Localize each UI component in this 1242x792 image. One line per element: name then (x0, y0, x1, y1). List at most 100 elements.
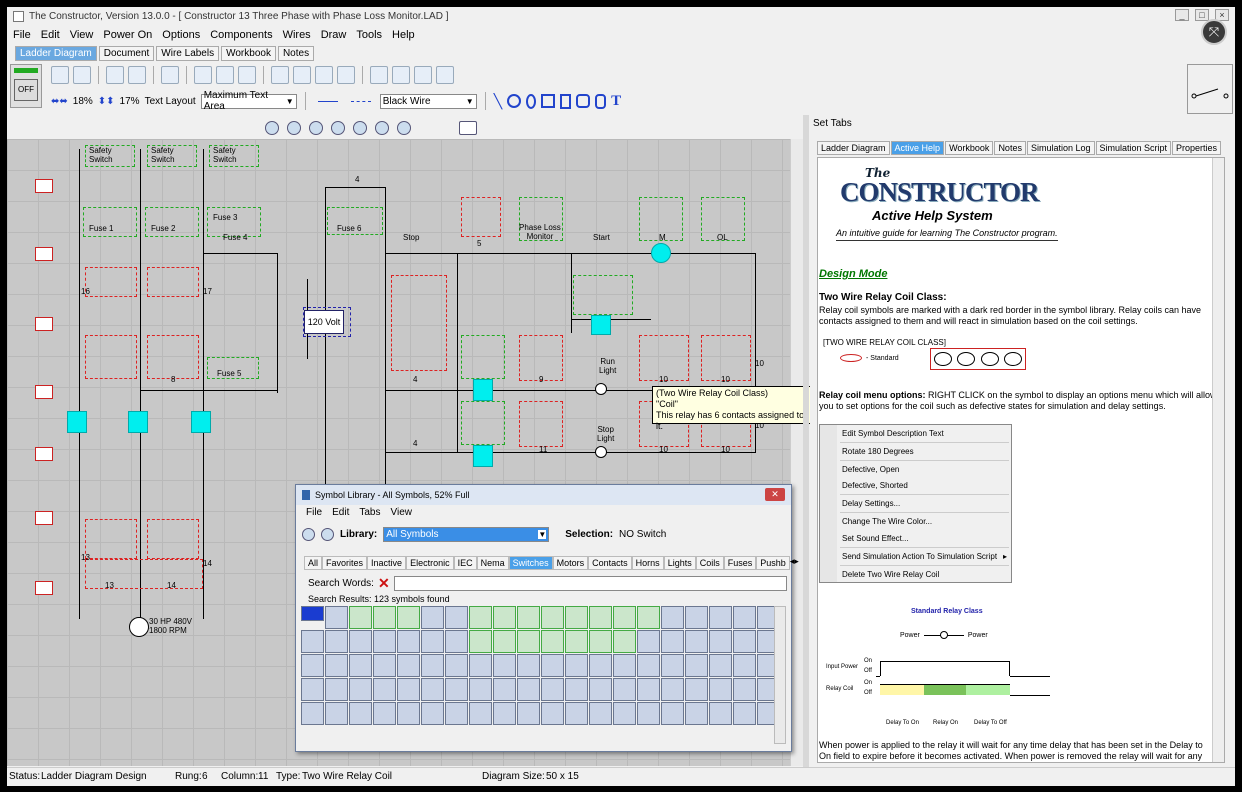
zoom-fit-icon[interactable] (353, 121, 367, 135)
symbol-tile[interactable] (493, 606, 516, 629)
symbol-tile[interactable] (589, 630, 612, 653)
edit-icon[interactable] (73, 66, 91, 84)
dashed-line-icon[interactable] (350, 100, 371, 102)
symbol-tile[interactable] (469, 654, 492, 677)
close-circle-icon[interactable]: ⤧ (1201, 19, 1227, 45)
symbol-tile[interactable] (661, 654, 684, 677)
sl-tab-contacts[interactable]: Contacts (588, 556, 632, 570)
zoom-in-icon[interactable] (265, 121, 279, 135)
symbol-tile[interactable] (541, 630, 564, 653)
tab-notes[interactable]: Notes (277, 46, 315, 61)
symbol-tile[interactable] (421, 678, 444, 701)
symbol-tile[interactable] (733, 702, 756, 725)
maximize-button[interactable]: □ (1195, 9, 1209, 21)
symbol-tile[interactable] (637, 606, 660, 629)
coil-contact-icon[interactable] (591, 315, 611, 335)
symbol-tile[interactable] (589, 606, 612, 629)
symbol-tile[interactable] (733, 654, 756, 677)
symbol-tile[interactable] (493, 702, 516, 725)
symbol-tile[interactable] (349, 702, 372, 725)
symbol-tile[interactable] (373, 630, 396, 653)
clear-search-icon[interactable]: ✕ (378, 575, 390, 592)
tab-ladder-diagram[interactable]: Ladder Diagram (15, 46, 97, 61)
solid-line-icon[interactable] (317, 100, 338, 102)
sl-tab-switches[interactable]: Switches (508, 556, 553, 570)
zoom-in-icon[interactable] (302, 528, 315, 541)
zoom-width-icon[interactable]: ⬌⬌ (51, 96, 68, 107)
symbol-tile[interactable] (565, 606, 588, 629)
menu-draw[interactable]: Draw (321, 29, 347, 41)
symbol-tile[interactable] (685, 702, 708, 725)
rp-tab-notes[interactable]: Notes (994, 141, 1026, 155)
menu-options[interactable]: Options (162, 29, 200, 41)
symbol-tile[interactable] (709, 654, 732, 677)
text-tool-icon[interactable]: T (611, 93, 621, 110)
sl-menu-file[interactable]: File (306, 507, 322, 518)
symbol-tile[interactable] (661, 678, 684, 701)
rp-tab-ladder-diagram[interactable]: Ladder Diagram (817, 141, 890, 155)
symbol-tile[interactable] (325, 630, 348, 653)
symbol-tile[interactable] (637, 654, 660, 677)
symbol-tile[interactable] (613, 702, 636, 725)
menu-power-on[interactable]: Power On (103, 29, 152, 41)
symbol-tile[interactable] (301, 702, 324, 725)
symbol-tile[interactable] (733, 630, 756, 653)
menu-file[interactable]: File (13, 29, 31, 41)
symbol-tile[interactable] (517, 678, 540, 701)
square-tool-icon[interactable] (541, 94, 556, 108)
symbol-tile[interactable] (661, 630, 684, 653)
symbol-tile[interactable] (397, 678, 420, 701)
line-tool-icon[interactable]: ╲ (494, 93, 502, 110)
power-switch[interactable]: OFF (10, 64, 42, 108)
sl-tab-pushbuttons[interactable]: Pushb (756, 556, 790, 570)
symbol-tile[interactable] (421, 654, 444, 677)
symbol-tile[interactable] (613, 606, 636, 629)
symbol-tile[interactable] (421, 702, 444, 725)
rp-tab-active-help[interactable]: Active Help (890, 141, 945, 155)
coil-contact-icon[interactable] (128, 411, 148, 433)
symbol-library-close-button[interactable]: ✕ (765, 488, 785, 501)
symbol-tile[interactable] (661, 606, 684, 629)
symbol-tile[interactable] (733, 678, 756, 701)
select-icon[interactable] (370, 66, 388, 84)
sl-tab-coils[interactable]: Coils (695, 556, 724, 570)
rounded-rect-tool-icon[interactable] (576, 94, 591, 108)
power-off-button[interactable]: OFF (14, 79, 38, 101)
rp-tab-simulation-script[interactable]: Simulation Script (1095, 141, 1172, 155)
symbol-tile[interactable] (637, 678, 660, 701)
symbol-tile[interactable] (589, 654, 612, 677)
symbol-tile[interactable] (637, 630, 660, 653)
zoom-out-icon[interactable] (321, 528, 334, 541)
symbol-tile[interactable] (301, 606, 324, 621)
symbol-tile[interactable] (685, 630, 708, 653)
symbol-tile[interactable] (517, 654, 540, 677)
symbol-tile[interactable] (493, 678, 516, 701)
menu-help[interactable]: Help (392, 29, 415, 41)
symbol-tile[interactable] (541, 678, 564, 701)
zoom-reset-icon[interactable] (375, 121, 389, 135)
sl-tab-lights[interactable]: Lights (663, 556, 696, 570)
design-mode-heading[interactable]: Design Mode (819, 268, 887, 280)
paste-icon[interactable] (238, 66, 256, 84)
zoom-in-all-icon[interactable] (309, 121, 323, 135)
symbol-tile[interactable] (325, 702, 348, 725)
symbol-tile[interactable] (685, 678, 708, 701)
minimize-button[interactable]: _ (1175, 9, 1189, 21)
sl-tab-horns[interactable]: Horns (631, 556, 664, 570)
open-folder-icon[interactable] (106, 66, 124, 84)
symbol-tile[interactable] (685, 606, 708, 629)
symbol-tile[interactable] (469, 678, 492, 701)
symbol-tile[interactable] (445, 630, 468, 653)
table-icon[interactable] (293, 66, 311, 84)
symbol-tile[interactable] (421, 630, 444, 653)
symbol-tile[interactable] (613, 630, 636, 653)
paint-icon[interactable] (436, 66, 454, 84)
symbol-tile[interactable] (517, 702, 540, 725)
symbol-tile[interactable] (709, 702, 732, 725)
tab-scroll-icon[interactable]: ◂▸ (790, 556, 799, 570)
symbol-tile[interactable] (565, 630, 588, 653)
menu-wires[interactable]: Wires (283, 29, 311, 41)
symbol-tile[interactable] (397, 654, 420, 677)
connect-icon[interactable] (392, 66, 410, 84)
symbol-tile[interactable] (325, 678, 348, 701)
